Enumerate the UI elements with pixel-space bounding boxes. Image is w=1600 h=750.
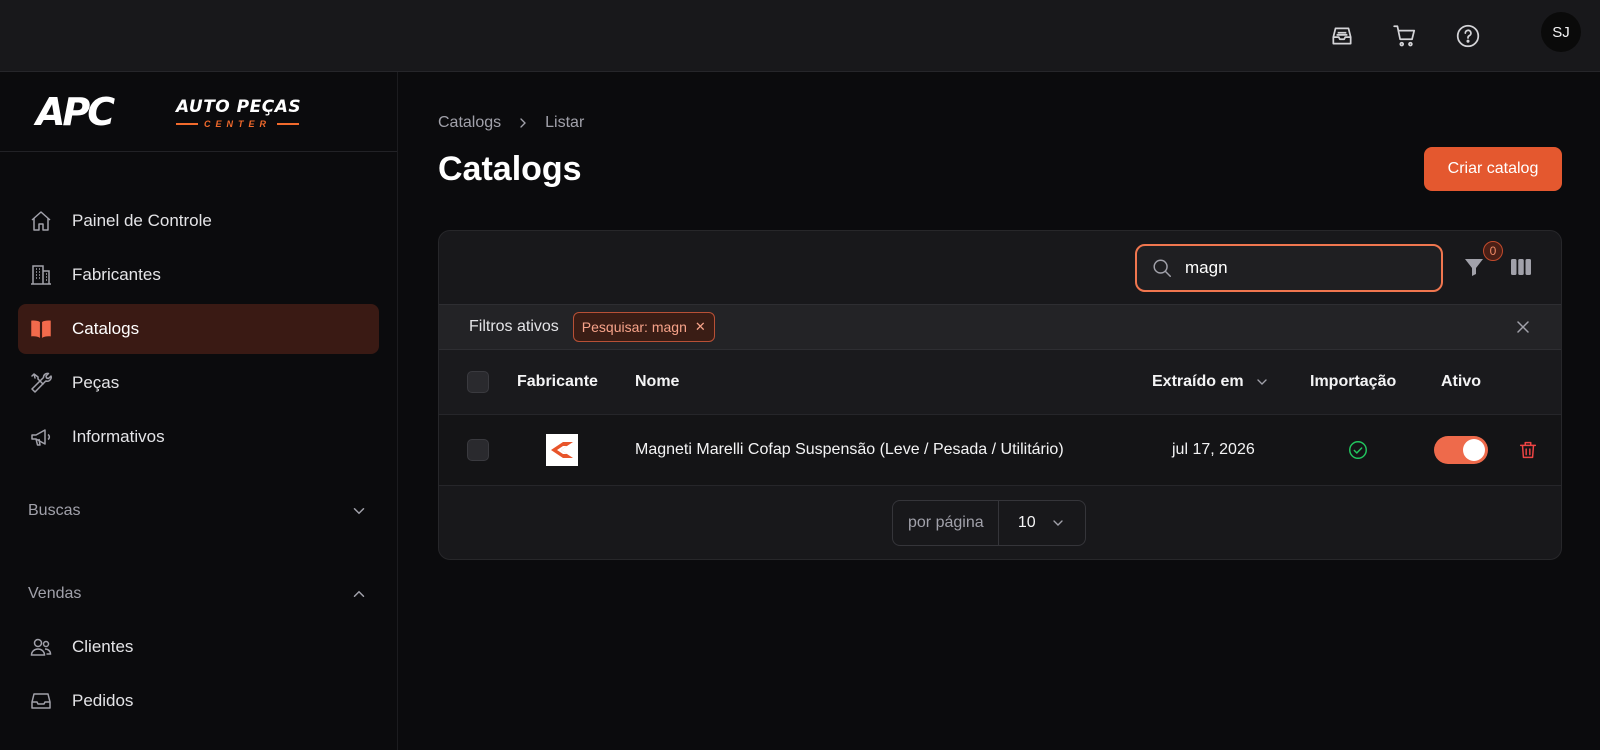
header-ativo: Ativo	[1441, 373, 1481, 390]
row-checkbox[interactable]	[467, 439, 489, 461]
catalogs-table-card: 0 Filtros ativos Pesquisar: magn ✕ Fabri…	[438, 230, 1562, 560]
columns-icon[interactable]	[1509, 255, 1533, 279]
active-filters-bar: Filtros ativos Pesquisar: magn ✕	[439, 304, 1561, 350]
chevron-down-icon	[1053, 520, 1063, 526]
chevron-down-icon	[353, 508, 365, 515]
sidebar-item-label: Peças	[72, 373, 120, 392]
header-importacao: Importação	[1310, 373, 1397, 390]
sidebar-item-fabricantes[interactable]: Fabricantes	[18, 250, 379, 300]
chevron-right-icon	[520, 118, 527, 128]
per-page-value: 10	[1017, 514, 1036, 531]
trash-icon[interactable]	[1517, 439, 1539, 461]
remove-filter-icon[interactable]: ✕	[695, 319, 706, 335]
sidebar-item-informativos[interactable]: Informativos	[18, 412, 379, 462]
users-icon	[28, 634, 54, 660]
sidebar-item-pecas[interactable]: Peças	[18, 358, 379, 408]
per-page-selector: por página 10	[892, 500, 1086, 546]
import-status	[1347, 415, 1369, 485]
active-filters-label: Filtros ativos	[469, 318, 559, 335]
sidebar-item-catalogs[interactable]: Catalogs	[18, 304, 379, 354]
filter-chip-label: Pesquisar: magn	[581, 319, 687, 335]
logo-line1: AUTO PEÇAS	[176, 97, 302, 117]
filter-chip-search: Pesquisar: magn ✕	[572, 312, 715, 342]
sidebar-item-label: Catalogs	[72, 319, 140, 338]
per-page-label: por página	[893, 501, 999, 545]
filter-icon[interactable]	[1462, 255, 1486, 279]
header-nome: Nome	[635, 373, 680, 390]
sidebar-item-label: Painel de Controle	[72, 211, 212, 230]
table-header: Fabricante Nome Extraído em Importação A…	[439, 350, 1561, 414]
sidebar-item-pedidos[interactable]: Pedidos	[18, 676, 379, 726]
maker-cell	[546, 415, 578, 485]
sidebar-item-label: Pedidos	[72, 691, 134, 710]
inbox-icon[interactable]	[1322, 16, 1362, 56]
group-vendas[interactable]: Vendas	[28, 585, 368, 603]
top-bar: SJ	[0, 0, 1600, 72]
brand-logo[interactable]: APC AUTO PEÇAS CENTER	[0, 72, 397, 152]
home-icon	[28, 208, 54, 234]
logo-wordmark: AUTO PEÇAS CENTER	[176, 97, 301, 129]
sidebar-item-clientes[interactable]: Clientes	[18, 622, 379, 672]
search-input[interactable]	[1185, 258, 1415, 278]
search-icon	[1151, 257, 1173, 279]
breadcrumb-current: Listar	[545, 114, 585, 131]
inbox-icon	[28, 688, 54, 714]
sidebar-item-label: Informativos	[72, 427, 165, 446]
logo-line2: CENTER	[204, 119, 272, 129]
select-all-checkbox[interactable]	[467, 371, 489, 393]
sidebar-item-painel[interactable]: Painel de Controle	[18, 196, 379, 246]
clear-filters-icon[interactable]	[1513, 317, 1533, 337]
help-icon[interactable]	[1448, 16, 1488, 56]
header-extraido-label: Extraído em	[1152, 373, 1244, 390]
breadcrumb-catalogs[interactable]: Catalogs	[438, 114, 501, 132]
create-catalog-button[interactable]: Criar catalog	[1424, 147, 1562, 191]
row-name: Magneti Marelli Cofap Suspensão (Leve / …	[635, 441, 1064, 458]
sidebar-nav: Painel de Controle Fabricantes Catalogs …	[18, 196, 379, 466]
active-toggle[interactable]	[1434, 436, 1488, 464]
sort-chevron-down-icon	[1256, 379, 1267, 385]
filter-count-badge: 0	[1483, 241, 1503, 261]
per-page-select[interactable]: 10	[999, 514, 1085, 532]
row-select-cell	[467, 415, 489, 485]
avatar[interactable]: SJ	[1541, 12, 1581, 52]
chevron-up-icon	[353, 590, 365, 597]
row-extracted-date: jul 17, 2026	[1172, 441, 1255, 458]
breadcrumb: Catalogs Listar	[438, 114, 584, 132]
group-buscas-label: Buscas	[28, 502, 81, 519]
delete-cell	[1517, 415, 1539, 485]
group-vendas-label: Vendas	[28, 585, 82, 602]
logo-mark: APC	[36, 90, 115, 134]
header-extraido-em[interactable]: Extraído em	[1152, 350, 1270, 414]
cart-icon[interactable]	[1385, 16, 1425, 56]
maker-logo	[546, 434, 578, 466]
page-title: Catalogs	[438, 150, 582, 188]
header-fabricante: Fabricante	[517, 373, 598, 390]
book-open-icon	[28, 316, 54, 342]
search-field[interactable]	[1135, 244, 1443, 292]
building-icon	[28, 262, 54, 288]
sidebar-item-label: Fabricantes	[72, 265, 161, 284]
select-all-cell	[467, 350, 489, 414]
vendas-nav: Clientes Pedidos	[18, 622, 379, 730]
avatar-initials: SJ	[1552, 23, 1570, 41]
active-toggle-cell	[1434, 415, 1488, 485]
table-row[interactable]: Magneti Marelli Cofap Suspensão (Leve / …	[439, 414, 1561, 486]
sidebar-item-label: Clientes	[72, 637, 134, 656]
wrench-screwdriver-icon	[28, 370, 54, 396]
sidebar: APC AUTO PEÇAS CENTER Painel de Controle…	[0, 72, 398, 750]
megaphone-icon	[28, 424, 54, 450]
group-buscas[interactable]: Buscas	[28, 502, 368, 520]
check-circle-icon	[1349, 441, 1367, 459]
